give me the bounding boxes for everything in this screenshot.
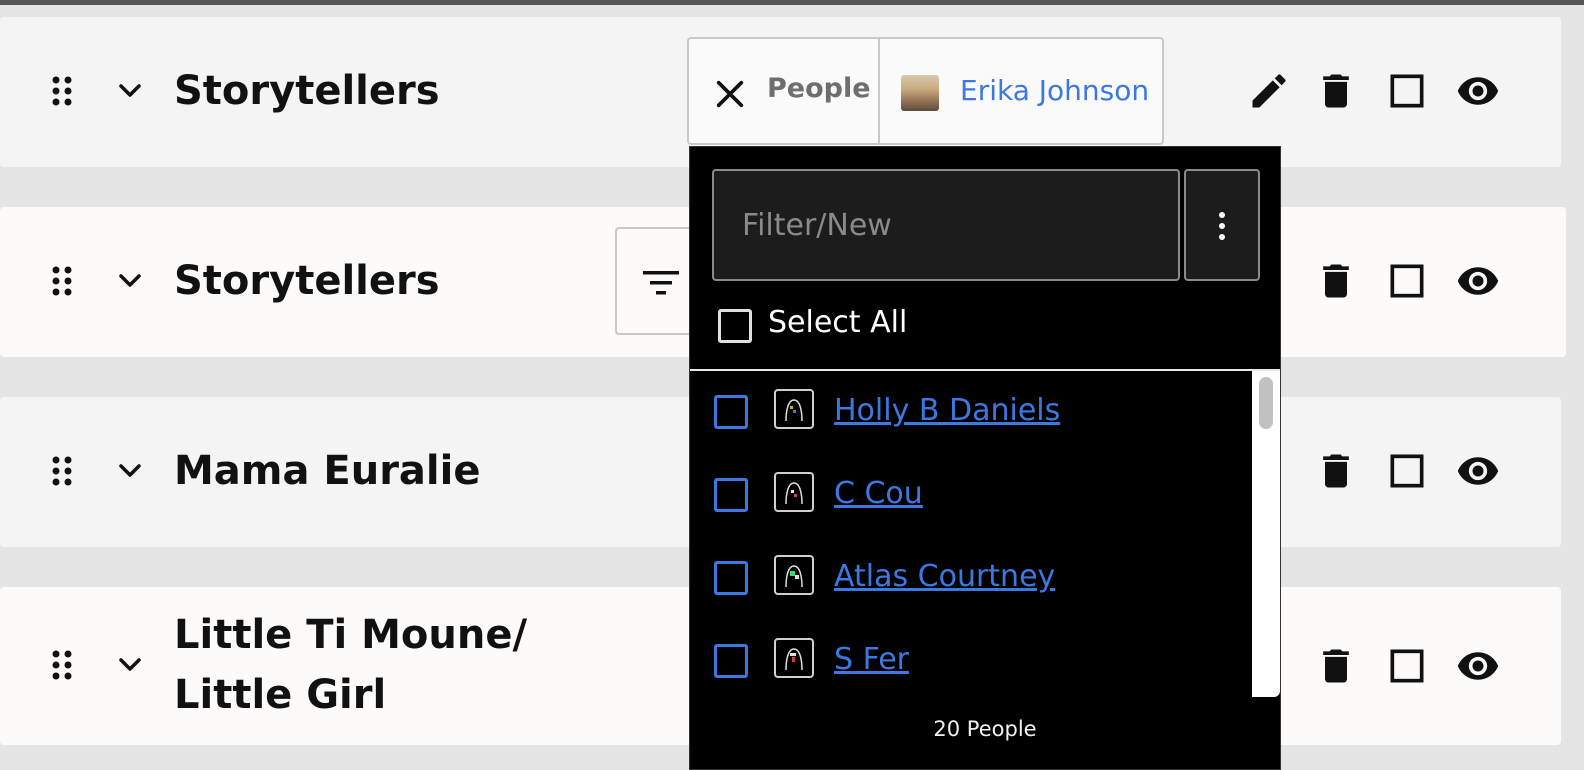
avatar bbox=[774, 555, 814, 595]
avatar bbox=[901, 75, 939, 111]
chevron-down-icon[interactable] bbox=[116, 651, 144, 679]
filter-label: People bbox=[767, 73, 871, 104]
person-checkbox[interactable] bbox=[714, 644, 748, 678]
filter-input[interactable] bbox=[712, 169, 1180, 281]
checkbox-icon[interactable] bbox=[1385, 69, 1429, 113]
drag-handle-icon[interactable] bbox=[50, 649, 74, 681]
trash-icon[interactable] bbox=[1314, 69, 1358, 113]
select-all-label[interactable]: Select All bbox=[768, 305, 907, 340]
person-checkbox[interactable] bbox=[714, 561, 748, 595]
eye-icon[interactable] bbox=[1456, 644, 1500, 688]
group-title: Little Ti Moune/ Little Girl bbox=[174, 612, 528, 718]
trash-icon[interactable] bbox=[1314, 259, 1358, 303]
avatar bbox=[774, 472, 814, 512]
list-item[interactable]: S Fer bbox=[690, 620, 1250, 699]
drag-handle-icon[interactable] bbox=[50, 265, 74, 297]
list-item[interactable]: Atlas Courtney bbox=[690, 537, 1250, 617]
pencil-icon[interactable] bbox=[1247, 69, 1291, 113]
chip-divider bbox=[878, 39, 880, 143]
person-link[interactable]: C Cou bbox=[834, 476, 923, 511]
avatar bbox=[774, 389, 814, 429]
close-icon[interactable] bbox=[713, 77, 747, 111]
avatar bbox=[774, 638, 814, 678]
more-vert-icon bbox=[1219, 212, 1225, 240]
filter-icon bbox=[643, 271, 679, 295]
group-title: Mama Euralie bbox=[174, 448, 481, 494]
more-options-button[interactable] bbox=[1184, 169, 1260, 281]
people-list: Holly B Daniels C Cou Atlas Courtney S F… bbox=[690, 371, 1280, 699]
scrollbar[interactable] bbox=[1252, 371, 1280, 697]
person-link[interactable]: Holly B Daniels bbox=[834, 393, 1060, 428]
people-dropdown: Select All Holly B Daniels C Cou Atlas C… bbox=[689, 146, 1281, 770]
trash-icon[interactable] bbox=[1314, 449, 1358, 493]
checkbox-icon[interactable] bbox=[1385, 259, 1429, 303]
checkbox-icon[interactable] bbox=[1385, 449, 1429, 493]
select-all-checkbox[interactable] bbox=[718, 309, 752, 343]
group-title: Storytellers bbox=[174, 68, 440, 114]
list-item[interactable]: Holly B Daniels bbox=[690, 371, 1250, 451]
chevron-down-icon[interactable] bbox=[116, 77, 144, 105]
eye-icon[interactable] bbox=[1456, 259, 1500, 303]
trash-icon[interactable] bbox=[1314, 644, 1358, 688]
people-count: 20 People bbox=[933, 717, 1037, 741]
checkbox-icon[interactable] bbox=[1385, 644, 1429, 688]
eye-icon[interactable] bbox=[1456, 69, 1500, 113]
people-filter-chip[interactable]: People Erika Johnson bbox=[687, 37, 1164, 145]
eye-icon[interactable] bbox=[1456, 449, 1500, 493]
list-item[interactable]: C Cou bbox=[690, 454, 1250, 534]
person-checkbox[interactable] bbox=[714, 478, 748, 512]
person-link[interactable]: S Fer bbox=[834, 642, 909, 677]
person-link[interactable]: Atlas Courtney bbox=[834, 559, 1055, 594]
selected-person-name[interactable]: Erika Johnson bbox=[960, 74, 1149, 107]
drag-handle-icon[interactable] bbox=[50, 75, 74, 107]
drag-handle-icon[interactable] bbox=[50, 455, 74, 487]
chevron-down-icon[interactable] bbox=[116, 457, 144, 485]
top-border bbox=[0, 0, 1584, 5]
scrollbar-thumb[interactable] bbox=[1259, 377, 1273, 429]
chevron-down-icon[interactable] bbox=[116, 267, 144, 295]
group-title: Storytellers bbox=[174, 258, 440, 304]
person-checkbox[interactable] bbox=[714, 395, 748, 429]
